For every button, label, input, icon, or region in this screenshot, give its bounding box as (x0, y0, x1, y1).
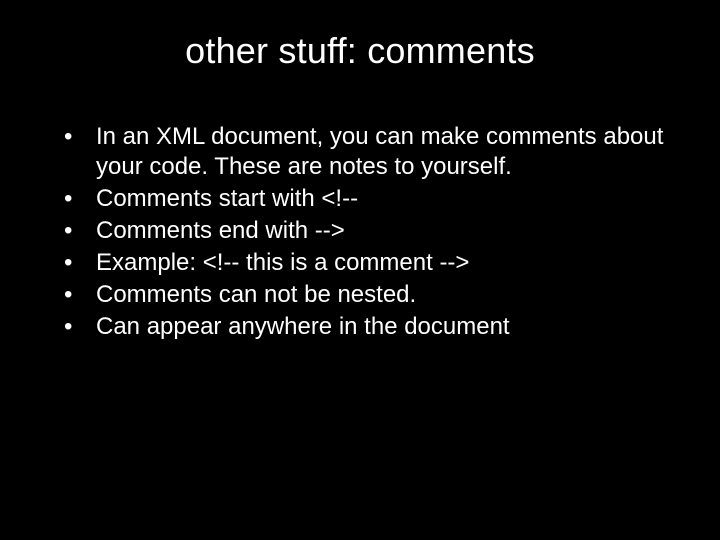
bullet-list: In an XML document, you can make comment… (40, 122, 680, 342)
slide: other stuff: comments In an XML document… (0, 0, 720, 540)
list-item: Comments start with <!-- (64, 184, 680, 214)
slide-title: other stuff: comments (40, 30, 680, 72)
list-item: Can appear anywhere in the document (64, 312, 680, 342)
list-item: Comments end with --> (64, 216, 680, 246)
list-item: Comments can not be nested. (64, 280, 680, 310)
list-item: Example: <!-- this is a comment --> (64, 248, 680, 278)
list-item: In an XML document, you can make comment… (64, 122, 680, 182)
